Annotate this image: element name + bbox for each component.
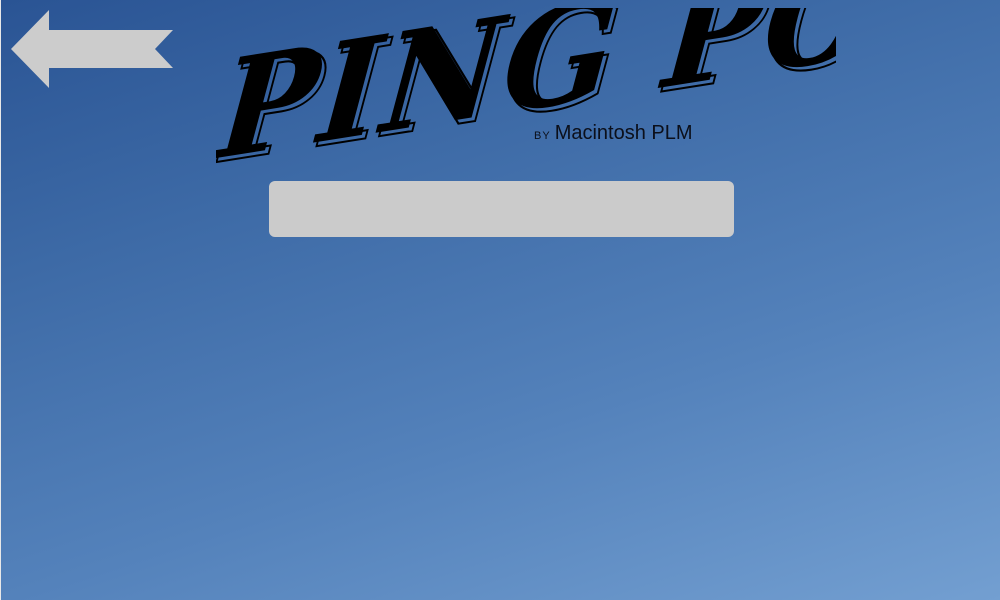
- byline-author: Macintosh PLM: [554, 122, 693, 144]
- back-arrow-icon[interactable]: [11, 10, 173, 88]
- game-title-logo: PING PONG PING PONG: [216, 8, 836, 168]
- text-input-field[interactable]: [269, 181, 734, 237]
- game-stage: PING PONG PING PONG BYMacintosh PLM: [0, 0, 1000, 600]
- byline-by: BY: [534, 130, 551, 142]
- byline: BY Macintosh PLM: [534, 122, 693, 145]
